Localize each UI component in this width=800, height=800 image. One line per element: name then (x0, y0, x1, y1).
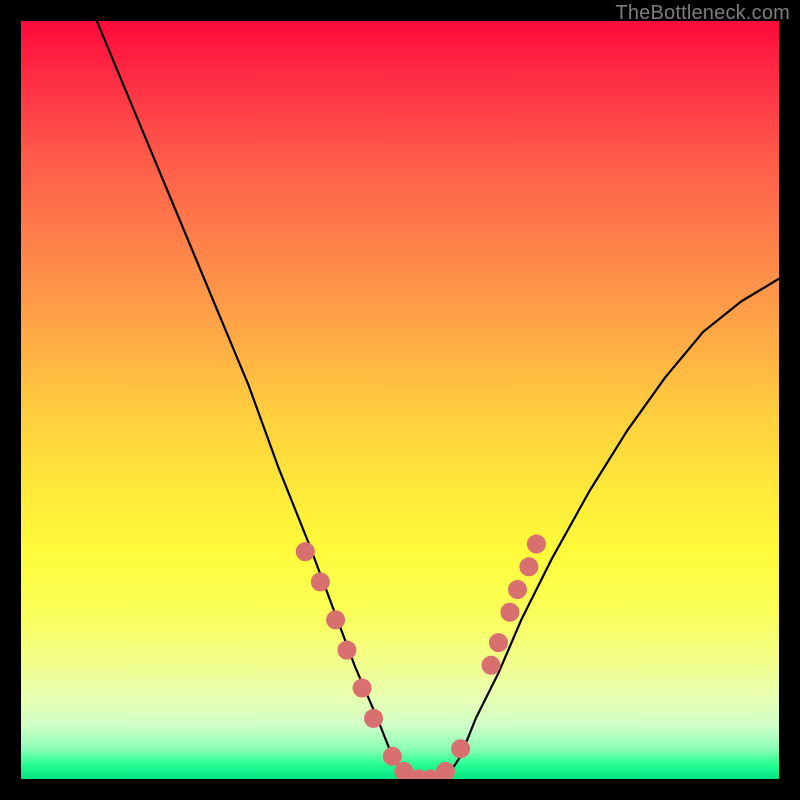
marker-dot (482, 656, 500, 674)
marker-dot (353, 679, 371, 697)
marker-dot (365, 709, 383, 727)
marker-dot (383, 747, 401, 765)
marker-dot (509, 581, 527, 599)
marker-dot (327, 611, 345, 629)
marker-group (296, 535, 545, 779)
marker-dot (527, 535, 545, 553)
bottleneck-curve (97, 21, 779, 779)
marker-dot (338, 641, 356, 659)
marker-dot (311, 573, 329, 591)
marker-dot (520, 558, 538, 576)
marker-dot (437, 762, 455, 779)
marker-dot (501, 603, 519, 621)
plot-area (21, 21, 779, 779)
marker-dot (490, 634, 508, 652)
marker-dot (296, 543, 314, 561)
chart-svg (21, 21, 779, 779)
chart-stage: TheBottleneck.com (0, 0, 800, 800)
marker-dot (452, 740, 470, 758)
